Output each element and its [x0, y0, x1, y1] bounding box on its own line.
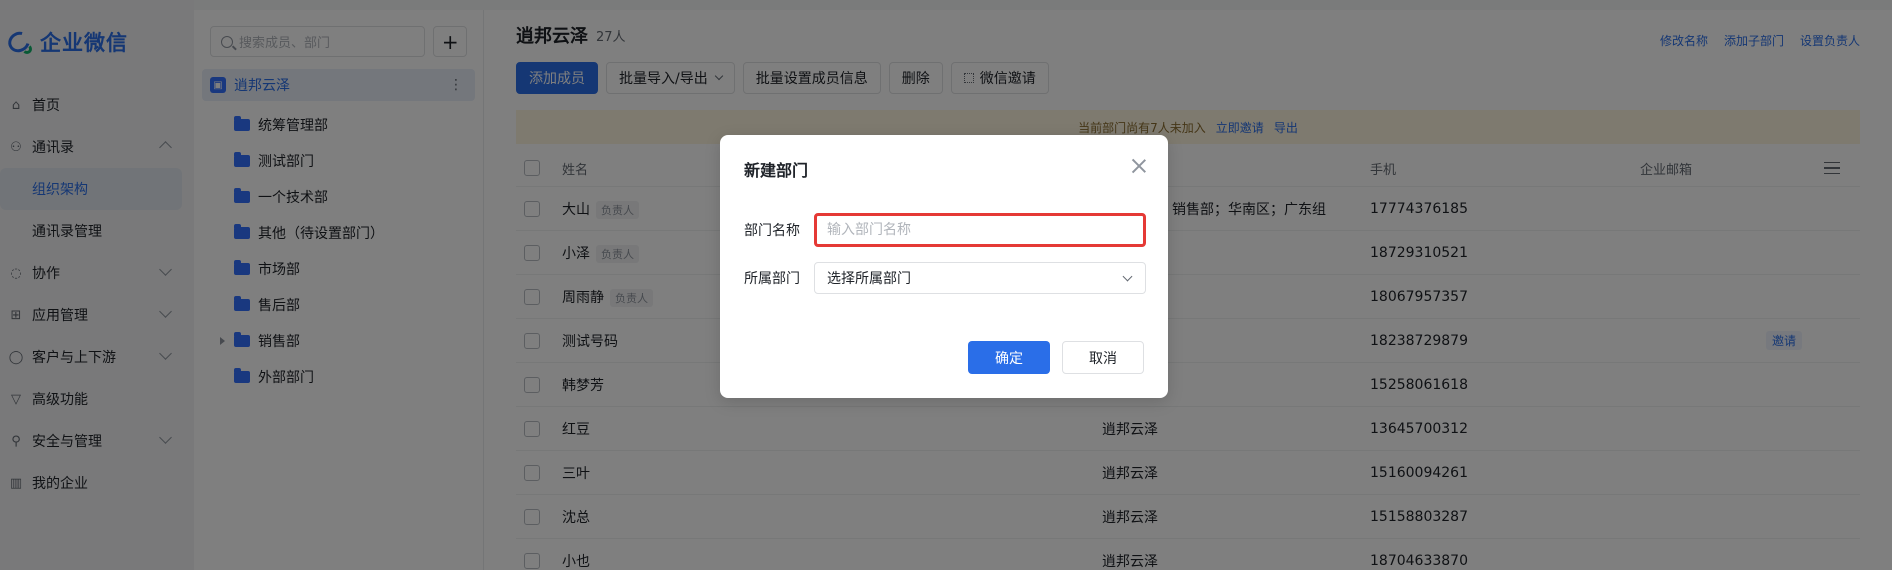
new-department-dialog: 新建部门 部门名称 所属部门 选择所属部门 确定 取消: [720, 135, 1168, 398]
parent-dept-label: 所属部门: [744, 271, 800, 287]
parent-dept-value: 选择所属部门: [827, 271, 911, 287]
dept-name-input[interactable]: [814, 213, 1146, 247]
dept-name-label: 部门名称: [744, 223, 800, 239]
parent-dept-select[interactable]: 选择所属部门: [814, 262, 1146, 294]
chevron-down-icon: [1122, 271, 1133, 282]
close-icon[interactable]: [1132, 159, 1146, 173]
cancel-button[interactable]: 取消: [1062, 341, 1144, 374]
dialog-title: 新建部门: [744, 161, 809, 180]
confirm-button[interactable]: 确定: [968, 341, 1050, 374]
